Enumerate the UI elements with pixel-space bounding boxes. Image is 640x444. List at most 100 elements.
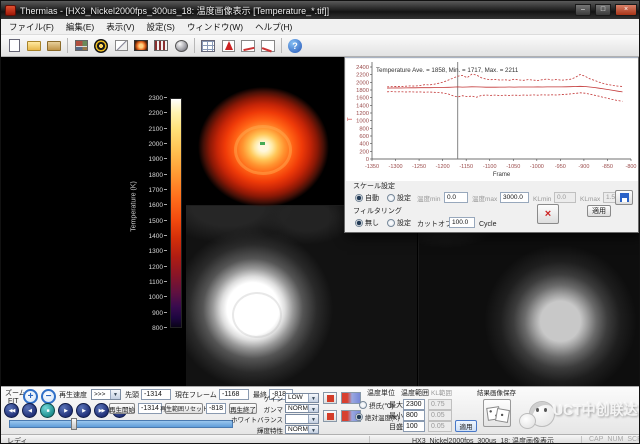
histogram-icon[interactable] bbox=[218, 37, 238, 55]
range-reset-button[interactable]: 再生範囲リセット bbox=[165, 403, 203, 414]
open-folder-icon[interactable] bbox=[24, 37, 44, 55]
menu-file[interactable]: ファイル(F) bbox=[3, 19, 60, 35]
measure-marker bbox=[260, 142, 265, 145]
colorbar-ticks: 2300220021002000190018001700160015001400… bbox=[135, 98, 167, 336]
first-frame-value[interactable]: -1314 bbox=[141, 389, 171, 400]
gain-dropdown[interactable]: LOW▼ bbox=[285, 393, 319, 403]
svg-text:-1300: -1300 bbox=[389, 164, 403, 170]
save-result-label: 結果画像保存 bbox=[477, 389, 516, 398]
cutoff-input[interactable]: 100.0 bbox=[449, 217, 475, 228]
kl-step-value[interactable]: 0.05 bbox=[428, 421, 452, 432]
menu-edit[interactable]: 編集(E) bbox=[60, 19, 100, 35]
play-button[interactable]: ▶ bbox=[58, 403, 73, 418]
temp-step-value[interactable]: 100 bbox=[403, 421, 425, 432]
frame-slider-thumb[interactable] bbox=[71, 418, 77, 430]
colormap-button-1[interactable] bbox=[341, 392, 361, 404]
thermal-image bbox=[196, 85, 331, 209]
marker-color-button-2[interactable] bbox=[323, 410, 337, 422]
stop-button[interactable]: ■ bbox=[40, 403, 55, 418]
temp-min-input[interactable]: 0.0 bbox=[444, 192, 468, 203]
save-folder-icon[interactable] bbox=[44, 37, 64, 55]
menu-help[interactable]: ヘルプ(H) bbox=[249, 19, 298, 35]
temp-step-label: 目盛 bbox=[389, 423, 403, 432]
kl-max-value[interactable]: 0.75 bbox=[428, 399, 452, 410]
step-back-button[interactable]: ◀ bbox=[22, 403, 37, 418]
new-file-icon[interactable] bbox=[4, 37, 24, 55]
zoom-out-button[interactable]: − bbox=[41, 389, 56, 404]
gamma-dropdown[interactable]: NORMAL▼ bbox=[285, 404, 319, 414]
kl-min-label: KLmin bbox=[533, 195, 551, 204]
svg-text:-1200: -1200 bbox=[436, 164, 450, 170]
rewind-button[interactable]: ◀◀ bbox=[4, 403, 19, 418]
white-balance-dropdown[interactable]: ▼ bbox=[285, 414, 319, 424]
scale-set-radio[interactable]: 設定 bbox=[387, 193, 411, 203]
filter-disable-button[interactable]: × bbox=[537, 204, 559, 224]
temp-min-value[interactable]: 800 bbox=[403, 410, 425, 421]
scale-auto-radio[interactable]: 自動 bbox=[355, 193, 379, 203]
svg-text:0: 0 bbox=[366, 157, 369, 163]
svg-text:800: 800 bbox=[359, 126, 369, 132]
filter-none-radio[interactable]: 無し bbox=[355, 218, 379, 228]
graph-save-button[interactable] bbox=[615, 190, 633, 205]
play-start-button[interactable]: 再生開始 bbox=[109, 403, 135, 414]
zoom-in-button[interactable]: + bbox=[23, 389, 38, 404]
svg-text:-850: -850 bbox=[602, 164, 613, 170]
cutoff-label: カットオフ bbox=[417, 220, 452, 229]
filter-set-radio[interactable]: 設定 bbox=[387, 218, 411, 228]
table-icon[interactable] bbox=[198, 37, 218, 55]
chevron-down-icon: ▼ bbox=[110, 390, 120, 399]
colorbar-tick: 2300 bbox=[135, 95, 167, 102]
thermal-image-icon[interactable] bbox=[131, 37, 151, 55]
colorbar-tick: 1500 bbox=[135, 218, 167, 225]
step-forward-button[interactable]: ▶ bbox=[76, 403, 91, 418]
status-ready: レディ bbox=[7, 436, 28, 444]
line-chart-icon[interactable] bbox=[258, 37, 278, 55]
toolbar-separator bbox=[194, 38, 195, 53]
chevron-down-icon: ▼ bbox=[308, 394, 318, 402]
kl-max-label: KLmax bbox=[580, 195, 600, 204]
luminance-dropdown[interactable]: NORMAL▼ bbox=[285, 425, 319, 435]
menu-settings[interactable]: 設定(S) bbox=[141, 19, 181, 35]
pattern-icon[interactable] bbox=[151, 37, 171, 55]
speed-dropdown[interactable]: >>>▼ bbox=[91, 389, 121, 400]
colorbar-tick: 900 bbox=[135, 310, 167, 317]
target-icon[interactable] bbox=[91, 37, 111, 55]
temp-max-label: 最大 bbox=[389, 401, 403, 410]
temp-max-value[interactable]: 2300 bbox=[403, 399, 425, 410]
help-icon[interactable] bbox=[285, 37, 305, 55]
save-result-button[interactable] bbox=[483, 399, 511, 427]
menu-window[interactable]: ウィンドウ(W) bbox=[181, 19, 249, 35]
frame-slider-track[interactable] bbox=[9, 420, 233, 428]
svg-text:-1000: -1000 bbox=[530, 164, 544, 170]
colorbar-tick: 800 bbox=[135, 325, 167, 332]
status-cap: CAP bbox=[589, 436, 603, 443]
kl-min-value[interactable]: 0.05 bbox=[428, 410, 452, 421]
scale-apply-button[interactable]: 適用 bbox=[587, 205, 611, 217]
profile-chart-icon[interactable] bbox=[111, 37, 131, 55]
speed-label: 再生速度 bbox=[59, 391, 87, 400]
watermark-text: UCT中创联达 bbox=[553, 400, 638, 420]
svg-text:2000: 2000 bbox=[356, 80, 369, 86]
temp-apply-button[interactable]: 適用 bbox=[455, 420, 477, 432]
play-start-value[interactable]: -1314 bbox=[138, 403, 162, 414]
svg-text:Temperature Ave. = 1858, Min.: Temperature Ave. = 1858, Min. = 1717, Ma… bbox=[376, 67, 519, 74]
maximize-button[interactable]: □ bbox=[595, 4, 611, 16]
sphere-icon[interactable] bbox=[171, 37, 191, 55]
temp-min-label2: 最小 bbox=[389, 412, 403, 421]
time-graph-icon[interactable] bbox=[238, 37, 258, 55]
svg-text:-1150: -1150 bbox=[459, 164, 473, 170]
marker-color-button-1[interactable] bbox=[323, 392, 337, 404]
kl-min-input[interactable]: 0.0 bbox=[554, 192, 576, 203]
colorbar-tick: 1100 bbox=[135, 279, 167, 286]
minimize-button[interactable]: – bbox=[575, 4, 591, 16]
menu-view[interactable]: 表示(V) bbox=[100, 19, 140, 35]
colorbar-tick: 2000 bbox=[135, 141, 167, 148]
status-num: NUM bbox=[607, 436, 623, 443]
fast-forward-button[interactable]: ▶▶ bbox=[94, 403, 109, 418]
tile-view-icon[interactable] bbox=[71, 37, 91, 55]
toolbar-separator bbox=[281, 38, 282, 53]
temp-max-input[interactable]: 3000.0 bbox=[500, 192, 529, 203]
close-button[interactable]: × bbox=[615, 4, 637, 16]
toolbar bbox=[1, 35, 640, 57]
floppy-icon bbox=[620, 193, 629, 202]
